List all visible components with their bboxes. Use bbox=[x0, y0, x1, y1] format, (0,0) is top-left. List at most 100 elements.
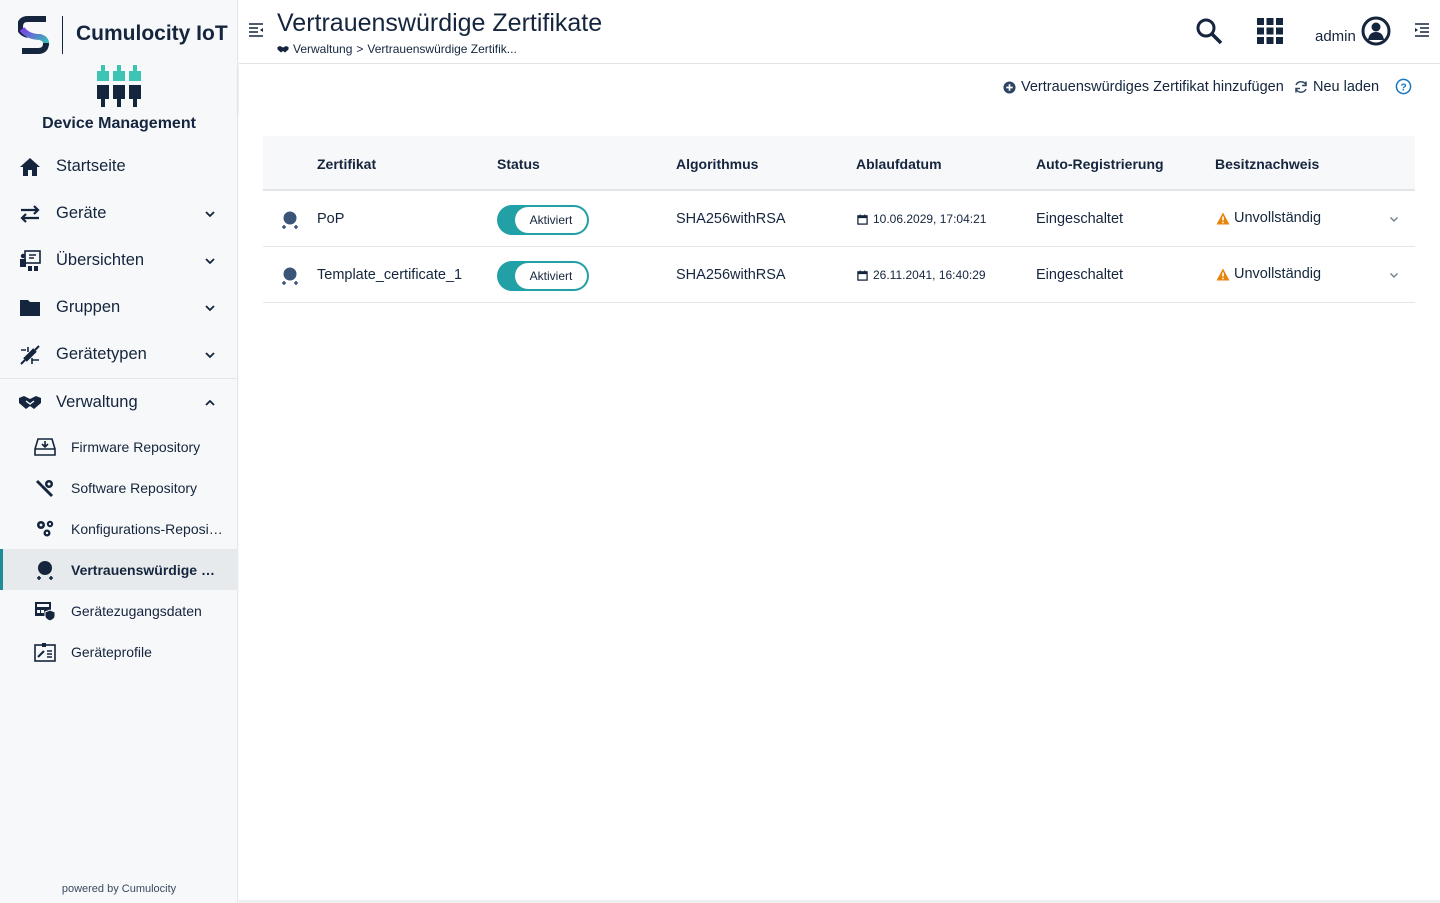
expand-row-chevron-icon[interactable] bbox=[1388, 269, 1400, 281]
right-drawer-toggle-icon[interactable] bbox=[1414, 22, 1430, 38]
expiry-date-value: 10.06.2029, 17:04:21 bbox=[873, 212, 987, 226]
presentation-icon bbox=[18, 249, 42, 273]
powered-by: powered by Cumulocity bbox=[61, 883, 177, 895]
status-toggle-label: Aktiviert bbox=[515, 207, 587, 233]
sub-item-label: Software Repository bbox=[71, 479, 198, 496]
brand: Cumulocity IoT Device Management bbox=[0, 0, 238, 140]
device-management-icon bbox=[97, 65, 141, 107]
breadcrumb-current: Vertrauenswürdige Zertifik... bbox=[367, 42, 517, 56]
status-toggle-label: Aktiviert bbox=[515, 263, 587, 289]
column-header-ablaufdatum[interactable]: Ablaufdatum bbox=[856, 156, 942, 172]
svg-text:?: ? bbox=[1400, 82, 1406, 93]
brand-name: Cumulocity IoT bbox=[76, 22, 228, 45]
column-header-besitznachweis[interactable]: Besitznachweis bbox=[1215, 156, 1319, 172]
plus-circle-icon bbox=[1003, 80, 1016, 94]
breadcrumb-parent[interactable]: Verwaltung bbox=[293, 42, 352, 56]
nav-item-uebersichten[interactable]: Übersichten bbox=[0, 237, 238, 284]
algorithm: SHA256withRSA bbox=[676, 267, 786, 283]
nav-item-label: Verwaltung bbox=[56, 393, 138, 411]
certificates-table: Zertifikat Status Algorithmus Ablaufdatu… bbox=[263, 136, 1415, 303]
profile-icon bbox=[34, 641, 56, 663]
sub-item-vertrauenswuerdige-zertifikate[interactable]: Vertrauenswürdige Zertifikate bbox=[0, 549, 238, 590]
sub-item-konfigurations-repository[interactable]: Konfigurations-Repository bbox=[0, 508, 238, 549]
calendar-icon bbox=[857, 269, 868, 281]
handshake-icon bbox=[277, 45, 289, 52]
nav-item-verwaltung[interactable]: Verwaltung bbox=[0, 379, 238, 426]
reload-button[interactable]: Neu laden bbox=[1294, 79, 1379, 95]
warning-icon bbox=[1216, 268, 1230, 280]
auto-registration: Eingeschaltet bbox=[1036, 211, 1124, 227]
sub-item-label: Vertrauenswürdige Zertifikate bbox=[71, 561, 223, 578]
proof-of-possession-value: Unvollständig bbox=[1234, 266, 1322, 282]
sub-item-firmware-repository[interactable]: Firmware Repository bbox=[0, 426, 238, 467]
nav-item-label: Geräte bbox=[56, 204, 107, 222]
user-name[interactable]: admin bbox=[1315, 28, 1356, 45]
sub-item-label: Geräteprofile bbox=[71, 643, 152, 660]
nav-item-label: Gerätetypen bbox=[56, 345, 147, 363]
sidebar-toggle-icon[interactable] bbox=[248, 22, 264, 38]
nav-item-geraete[interactable]: Geräte bbox=[0, 190, 238, 237]
breadcrumb: Verwaltung > Vertrauenswürdige Zertifik.… bbox=[277, 42, 517, 56]
table-row[interactable]: Template_certificate_1 Aktiviert SHA256w… bbox=[263, 247, 1415, 303]
sub-item-label: Gerätezugangsdaten bbox=[71, 602, 202, 619]
nav-item-geraetetypen[interactable]: Gerätetypen bbox=[0, 331, 238, 378]
algorithm: SHA256withRSA bbox=[676, 211, 786, 227]
nav-item-label: Übersichten bbox=[56, 251, 145, 269]
help-button[interactable]: ? bbox=[1395, 78, 1412, 95]
table-header: Zertifikat Status Algorithmus Ablaufdatu… bbox=[263, 136, 1415, 191]
status-toggle[interactable]: Aktiviert bbox=[497, 205, 589, 235]
chevron-down-icon bbox=[205, 352, 215, 359]
main-content: Zertifikat Status Algorithmus Ablaufdatu… bbox=[239, 112, 1440, 903]
plug-icon bbox=[18, 343, 42, 367]
credentials-icon bbox=[34, 600, 56, 622]
expiry-date: 10.06.2029, 17:04:21 bbox=[857, 212, 986, 226]
certificate-icon bbox=[282, 211, 298, 229]
proof-of-possession: Unvollständig bbox=[1216, 266, 1321, 282]
add-certificate-button[interactable]: Vertrauenswürdiges Zertifikat hinzufügen bbox=[1003, 79, 1284, 95]
chevron-down-icon bbox=[205, 211, 215, 218]
certificate-name[interactable]: PoP bbox=[317, 211, 344, 227]
sub-item-geraetezugangsdaten[interactable]: Gerätezugangsdaten bbox=[0, 590, 238, 631]
sub-item-geraeteprofile[interactable]: Geräteprofile bbox=[0, 631, 238, 672]
sub-item-label: Firmware Repository bbox=[71, 438, 201, 455]
sub-item-software-repository[interactable]: Software Repository bbox=[0, 467, 238, 508]
certificate-icon bbox=[34, 559, 56, 581]
nav-item-label: Startseite bbox=[56, 157, 126, 175]
nav-item-gruppen[interactable]: Gruppen bbox=[0, 284, 238, 331]
refresh-icon bbox=[1295, 81, 1307, 93]
search-icon[interactable] bbox=[1195, 17, 1223, 45]
proof-of-possession-value: Unvollständig bbox=[1234, 210, 1322, 226]
page-header: Vertrauenswürdige Zertifikate Verwaltung… bbox=[239, 0, 1440, 64]
page-title: Vertrauenswürdige Zertifikate bbox=[277, 9, 603, 37]
help-icon: ? bbox=[1395, 78, 1412, 95]
chevron-down-icon bbox=[205, 305, 215, 312]
certificate-name[interactable]: Template_certificate_1 bbox=[317, 267, 462, 283]
tools-icon bbox=[34, 477, 56, 499]
expiry-date-value: 26.11.2041, 16:40:29 bbox=[873, 268, 986, 282]
cumulocity-logo-icon bbox=[18, 16, 50, 54]
calendar-icon bbox=[857, 213, 868, 225]
table-row[interactable]: PoP Aktiviert SHA256withRSA 10.06.2029, … bbox=[263, 191, 1415, 247]
nav-item-startseite[interactable]: Startseite bbox=[0, 143, 238, 190]
user-avatar-icon[interactable] bbox=[1361, 16, 1391, 46]
proof-of-possession: Unvollständig bbox=[1216, 210, 1321, 226]
add-certificate-label: Vertrauenswürdiges Zertifikat hinzufügen bbox=[1021, 79, 1284, 95]
breadcrumb-separator: > bbox=[356, 42, 364, 56]
column-header-algorithmus[interactable]: Algorithmus bbox=[676, 156, 758, 172]
brand-divider bbox=[62, 16, 63, 54]
app-switcher-icon[interactable] bbox=[1256, 17, 1284, 45]
chevron-up-icon bbox=[205, 399, 215, 406]
warning-icon bbox=[1216, 212, 1230, 224]
nav-item-label: Gruppen bbox=[56, 298, 121, 316]
column-header-status[interactable]: Status bbox=[497, 156, 540, 172]
status-toggle[interactable]: Aktiviert bbox=[497, 261, 589, 291]
app-name: Device Management bbox=[42, 115, 196, 132]
column-header-zertifikat[interactable]: Zertifikat bbox=[317, 156, 376, 172]
home-icon bbox=[18, 155, 42, 179]
column-header-auto-registrierung[interactable]: Auto-Registrierung bbox=[1036, 156, 1164, 172]
expiry-date: 26.11.2041, 16:40:29 bbox=[857, 268, 986, 282]
reload-label: Neu laden bbox=[1313, 79, 1380, 95]
expand-row-chevron-icon[interactable] bbox=[1388, 213, 1400, 225]
main-nav: Startseite Geräte Übersichten Gruppen Ge… bbox=[0, 143, 238, 672]
certificate-icon bbox=[282, 267, 298, 285]
